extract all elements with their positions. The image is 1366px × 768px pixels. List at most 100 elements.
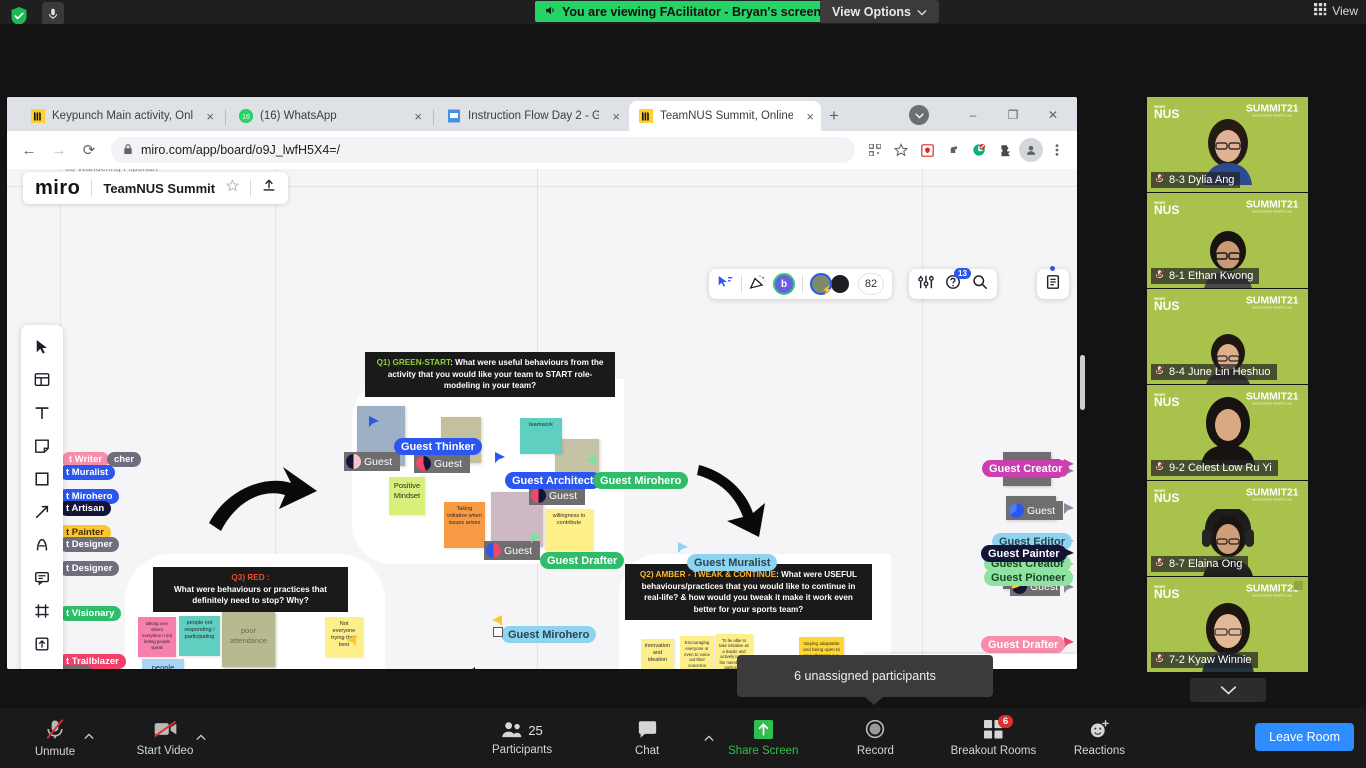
leave-room-button[interactable]: Leave Room — [1255, 723, 1354, 751]
sticky-note[interactable]: Taking initiative when issues arises — [444, 502, 485, 548]
kebab-icon[interactable] — [1045, 138, 1069, 162]
collaborator-count[interactable]: 82 — [858, 273, 884, 295]
cursor-icon[interactable] — [21, 331, 63, 362]
sticky-note[interactable]: innovation and ideation — [641, 639, 674, 669]
maximize-button[interactable]: ❐ — [993, 100, 1033, 130]
start-video-button[interactable]: Start Video — [136, 719, 206, 757]
sticky-note[interactable]: Positive Mindset — [389, 477, 425, 515]
upload-icon[interactable] — [262, 178, 276, 198]
notes-ic on[interactable] — [1045, 265, 1061, 295]
audio-options-caret[interactable] — [84, 732, 94, 742]
arrow-icon[interactable] — [21, 496, 63, 527]
frame-icon[interactable] — [21, 595, 63, 626]
browser-tab-1[interactable]: 16 (16) WhatsApp × — [229, 101, 429, 131]
participant-tile[interactable]: team NUS SUMMIT21 NUS STUDENTS' SPORTS CLU… — [1147, 577, 1308, 672]
miro-canvas[interactable]: 03 Wandering Flipchart Q1) GREEN-START: … — [7, 169, 1077, 669]
reload-button[interactable]: ⟳ — [75, 136, 103, 164]
arrow-shape-right[interactable] — [205, 461, 320, 546]
participant-tile[interactable]: team NUS SUMMIT21 NUS STUDENTS' SPORTS CLU… — [1147, 385, 1308, 480]
selection-checkbox[interactable] — [493, 627, 503, 637]
browser-tab-0[interactable]: Keypunch Main activity, Online W × — [21, 101, 221, 131]
user-nameplate[interactable]: Guest — [414, 454, 470, 473]
qr-icon[interactable] — [863, 138, 887, 162]
close-icon[interactable]: × — [408, 109, 422, 124]
sticky-note-icon[interactable] — [21, 430, 63, 461]
star-icon[interactable] — [889, 138, 913, 162]
sticky-note[interactable]: people coming late — [142, 659, 184, 669]
new-tab-button[interactable]: + — [829, 106, 839, 126]
profile-icon[interactable] — [1019, 138, 1043, 162]
browser-tab-3[interactable]: TeamNUS Summit, Online Whitel × — [629, 101, 821, 131]
search-icon[interactable] — [972, 274, 988, 295]
canvas-scrollbar[interactable] — [1080, 355, 1085, 410]
browser-tab-2[interactable]: Instruction Flow Day 2 - Google × — [437, 101, 627, 131]
sticky-note[interactable]: Encouraging everyone or even to voice ou… — [680, 636, 714, 669]
mic-status-icon[interactable] — [42, 2, 64, 26]
user-nameplate[interactable]: Guest — [344, 452, 400, 471]
svg-text:NUS STUDENTS' SPORTS CLUB: NUS STUDENTS' SPORTS CLUB — [1252, 497, 1291, 501]
pen-icon[interactable] — [21, 529, 63, 560]
view-options-button[interactable]: View Options — [820, 0, 939, 23]
close-window-button[interactable]: ✕ — [1033, 100, 1073, 130]
participant-tile[interactable]: team NUS SUMMIT21 NUS STUDENTS' SPORTS CLU… — [1147, 289, 1308, 384]
board-title[interactable]: TeamNUS Summit — [103, 181, 215, 196]
extension-green-icon[interactable] — [967, 138, 991, 162]
avatar[interactable]: ⚡ — [810, 273, 833, 295]
sticky-note[interactable]: Not everyone trying their best — [325, 617, 363, 657]
browser-account-badge-icon[interactable] — [909, 105, 929, 125]
minimize-button[interactable]: – — [953, 100, 993, 130]
view-label: View — [1332, 4, 1358, 18]
url-input[interactable]: miro.com/app/board/o9J_lwfH5X4=/ — [111, 137, 855, 163]
close-icon[interactable]: × — [606, 109, 620, 124]
unmute-button[interactable]: Unmute — [26, 718, 94, 758]
teamnus-logo: teamNUS — [1154, 584, 1179, 600]
cursor-label: Guest Pioneer — [984, 569, 1073, 586]
miro-notes-button[interactable] — [1037, 265, 1069, 299]
participants-button[interactable]: 25 Participants — [492, 721, 552, 756]
share-screen-button[interactable]: Share Screen — [704, 719, 798, 757]
close-icon[interactable]: × — [200, 109, 214, 124]
user-nameplate[interactable]: Guest — [1007, 501, 1063, 520]
miro-logo[interactable]: miro — [35, 177, 80, 200]
chat-button[interactable]: Chat — [618, 720, 676, 757]
arrow-shape-left[interactable] — [445, 659, 540, 669]
sticky-note[interactable]: people not responding / participating — [179, 616, 220, 656]
templates-icon[interactable] — [21, 364, 63, 395]
back-button[interactable]: ← — [15, 136, 43, 164]
unassigned-participants-toast: 6 unassigned participants — [737, 655, 993, 705]
forward-button[interactable]: → — [45, 136, 73, 164]
reactions-label: Reactions — [1073, 744, 1125, 757]
star-icon[interactable] — [225, 179, 240, 197]
help-icon[interactable]: 13 — [945, 267, 971, 295]
cursor-share-icon[interactable] — [717, 275, 734, 294]
participant-tile[interactable]: team NUS SUMMIT21 NUS STUDENTS' SPORTS CLU… — [1147, 481, 1308, 576]
sticky-note[interactable]: willingness to contribute — [545, 509, 593, 551]
view-layout-button[interactable]: View — [1314, 3, 1358, 19]
sticky-note[interactable]: poor attendance — [222, 612, 275, 667]
sticky-note[interactable]: teamwork — [520, 418, 562, 454]
security-shield-icon[interactable] — [10, 6, 28, 26]
avatar[interactable]: b — [773, 273, 795, 295]
close-icon[interactable]: × — [800, 109, 814, 124]
reactions-button[interactable]: Reactions — [1070, 719, 1128, 757]
scroll-participants-down-button[interactable] — [1190, 678, 1266, 702]
more-icon[interactable] — [21, 661, 63, 669]
text-icon[interactable] — [21, 397, 63, 428]
breakout-rooms-button[interactable]: 6 Breakout Rooms — [948, 714, 1038, 757]
puzzle-icon[interactable] — [993, 138, 1017, 162]
upload-icon[interactable] — [21, 628, 63, 659]
participant-tile[interactable]: team NUS SUMMIT21 NUS STUDENTS' SPORTS CLU… — [1147, 193, 1308, 288]
participant-tile[interactable]: team NUS SUMMIT21 NUS STUDENTS' SPORTS CLU… — [1147, 97, 1308, 192]
share-options-caret[interactable] — [704, 734, 714, 744]
extension-red-icon[interactable] — [915, 138, 939, 162]
arrow-shape-down-right[interactable] — [697, 459, 772, 544]
sliders-icon[interactable] — [918, 274, 934, 295]
sticky-note[interactable]: talking over others everytime n not lett… — [138, 617, 176, 657]
video-options-caret[interactable] — [196, 733, 206, 743]
shapes-icon[interactable] — [21, 463, 63, 494]
comment-icon[interactable] — [21, 562, 63, 593]
record-button[interactable]: Record — [846, 719, 904, 757]
extension-gray-icon[interactable] — [941, 138, 965, 162]
party-icon[interactable] — [749, 274, 766, 295]
toast-text: 6 unassigned participants — [794, 669, 936, 683]
